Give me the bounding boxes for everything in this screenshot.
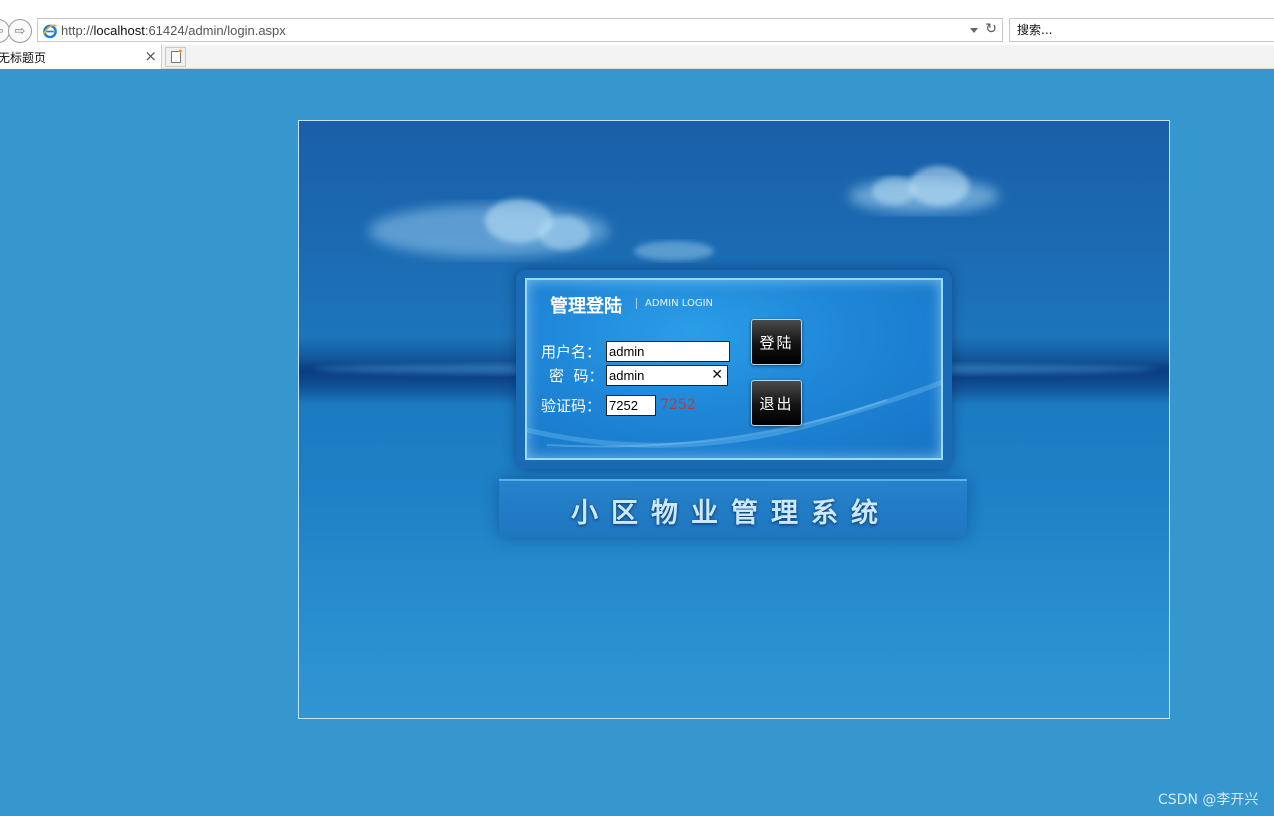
address-bar[interactable]: http://localhost:61424/admin/login.aspx … xyxy=(37,18,1003,42)
exit-button[interactable]: 退出 xyxy=(751,380,802,426)
ie-logo-icon xyxy=(42,24,57,38)
forward-button[interactable]: ⇨ xyxy=(8,19,32,43)
login-panel: 管理登陆 ADMIN LOGIN 用户名： 密 码： ✕ 验证码： 7252 登… xyxy=(525,278,943,460)
clear-field-icon[interactable]: ✕ xyxy=(711,366,723,385)
captcha-field[interactable] xyxy=(606,395,656,416)
new-tab-button[interactable]: ✦ xyxy=(165,47,186,67)
captcha-input[interactable] xyxy=(607,396,655,415)
login-title: 管理登陆 xyxy=(550,296,622,317)
login-subtitle: ADMIN LOGIN xyxy=(636,298,713,309)
forward-arrow-icon: ⇨ xyxy=(14,23,26,39)
captcha-code[interactable]: 7252 xyxy=(660,397,696,413)
captcha-label: 验证码： xyxy=(541,397,602,415)
refresh-icon[interactable]: ↻ xyxy=(985,21,997,37)
password-label: 密 码： xyxy=(549,367,604,385)
username-field[interactable] xyxy=(606,341,730,362)
system-title: 小区物业管理系统 xyxy=(571,498,891,529)
tab-title: 无标题页 xyxy=(0,51,47,65)
password-input[interactable] xyxy=(607,366,727,385)
close-tab-icon[interactable]: × xyxy=(144,47,157,65)
login-panel-frame: 管理登陆 ADMIN LOGIN 用户名： 密 码： ✕ 验证码： 7252 登… xyxy=(516,270,952,469)
tab-bar: 无标题页 × ✦ xyxy=(0,45,1274,69)
username-input[interactable] xyxy=(607,342,729,361)
address-dropdown-icon[interactable] xyxy=(970,28,978,33)
login-button[interactable]: 登陆 xyxy=(751,319,802,365)
login-frame: 管理登陆 ADMIN LOGIN 用户名： 密 码： ✕ 验证码： 7252 登… xyxy=(298,120,1170,719)
search-box[interactable] xyxy=(1009,18,1274,42)
password-field[interactable]: ✕ xyxy=(606,365,728,386)
browser-chrome: ⇦ ⇨ http://localhost:61424/admin/login.a… xyxy=(0,0,1274,69)
url-text: http://localhost:61424/admin/login.aspx xyxy=(61,23,286,38)
search-input[interactable] xyxy=(1010,19,1274,41)
tab-active[interactable]: 无标题页 × xyxy=(0,45,162,69)
watermark: CSDN @李开兴 xyxy=(1158,792,1259,808)
back-arrow-icon: ⇦ xyxy=(0,24,3,39)
username-label: 用户名： xyxy=(541,343,602,361)
